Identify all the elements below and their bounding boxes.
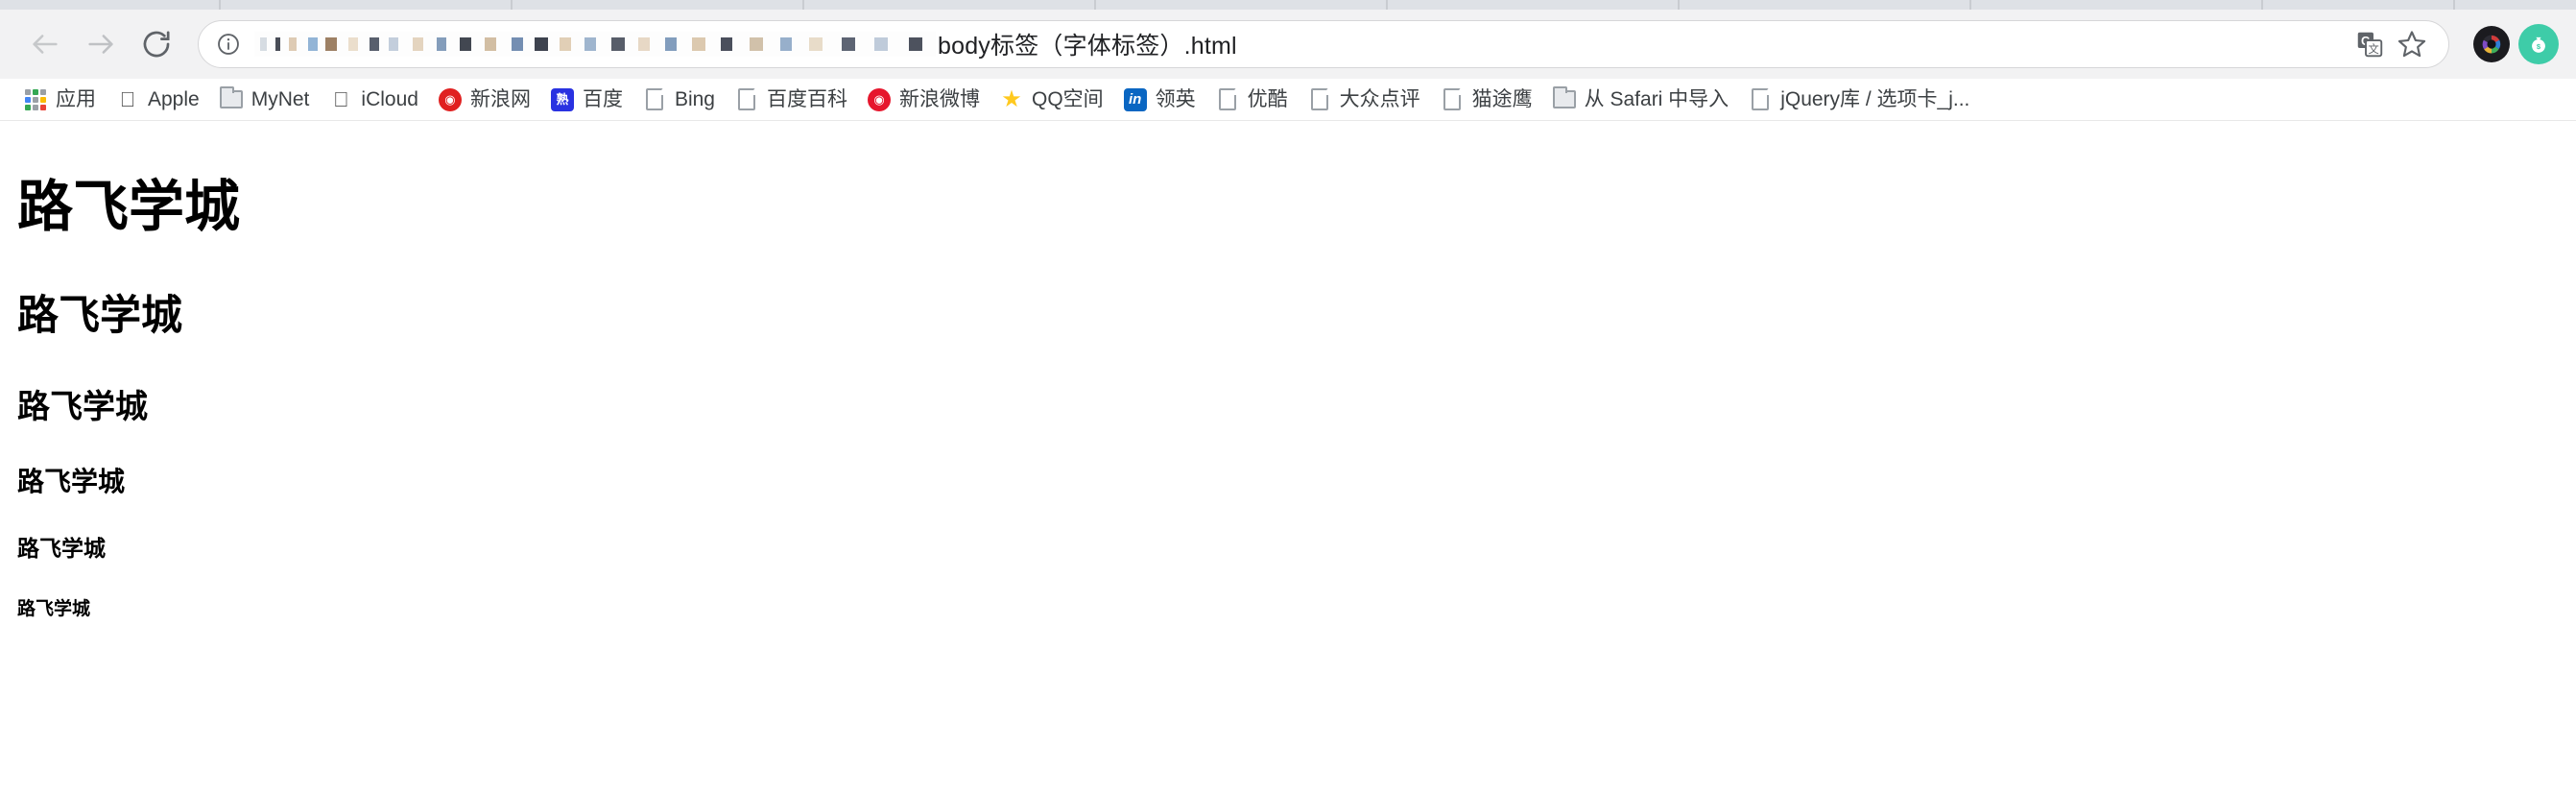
address-bar[interactable]: body标签（字体标签）.html G 文 [198, 20, 2449, 68]
bookmarks-bar: 应用  Apple MyNet  iCloud ◉ 新浪网 熟 百度 [0, 79, 2576, 121]
tab-divider [1969, 0, 1971, 10]
folder-icon [219, 86, 244, 112]
arrow-right-icon [84, 28, 117, 60]
heading-h3: 路飞学城 [17, 388, 148, 426]
tab-divider [511, 0, 513, 10]
browser-window: body标签（字体标签）.html G 文 [0, 0, 2576, 795]
extension-icon[interactable] [2470, 23, 2513, 65]
url-field[interactable]: body标签（字体标签）.html [254, 30, 2349, 59]
page-icon [1748, 87, 1773, 112]
bookmark-star-icon[interactable] [2391, 23, 2433, 65]
bookmark-label: 领英 [1155, 88, 1196, 110]
bookmark-weibo[interactable]: ◉ 新浪微博 [857, 83, 990, 117]
toolbar-right-group: $ [2463, 23, 2559, 65]
page-icon [734, 87, 759, 112]
bookmark-label: iCloud [361, 88, 418, 110]
bookmark-label: 百度 [582, 88, 623, 110]
bookmark-safari-import[interactable]: 从 Safari 中导入 [1542, 83, 1739, 117]
sina-icon: ◉ [438, 87, 463, 112]
heading-h6: 路飞学城 [17, 598, 91, 619]
heading-h1: 路飞学城 [17, 174, 241, 239]
bookmark-label: 应用 [56, 88, 96, 110]
browser-toolbar: body标签（字体标签）.html G 文 [0, 10, 2576, 79]
bookmark-sina[interactable]: ◉ 新浪网 [428, 83, 540, 117]
page-content: 路飞学城 路飞学城 路飞学城 路飞学城 路飞学城 路飞学城 [0, 161, 2576, 795]
back-button[interactable] [17, 16, 73, 72]
tab-divider [802, 0, 804, 10]
weibo-icon: ◉ [867, 87, 892, 112]
apps-grid-icon [23, 87, 48, 112]
arrow-left-icon [29, 28, 61, 60]
site-info-icon[interactable] [216, 32, 241, 57]
heading-h2: 路飞学城 [17, 292, 182, 340]
page-icon [1215, 87, 1240, 112]
linkedin-icon: in [1123, 87, 1148, 112]
bookmark-baidu-baike[interactable]: 百度百科 [725, 83, 857, 117]
url-text: body标签（字体标签）.html [938, 33, 1237, 59]
tab-divider [1678, 0, 1680, 10]
tab-divider [1094, 0, 1096, 10]
bookmark-mynet[interactable]: MyNet [209, 83, 320, 117]
bookmark-label: 新浪网 [469, 88, 531, 110]
baidu-paw-icon: 熟 [550, 87, 575, 112]
bookmark-label: 猫途鹰 [1471, 88, 1533, 110]
bookmark-label: Bing [674, 88, 715, 110]
tab-divider [2261, 0, 2263, 10]
money-bag-icon: $ [2532, 36, 2545, 53]
tab-strip[interactable] [0, 0, 2576, 10]
bookmark-label: 从 Safari 中导入 [1584, 88, 1729, 110]
tab-divider [1386, 0, 1388, 10]
svg-text:文: 文 [2368, 42, 2378, 56]
page-icon [642, 87, 667, 112]
bookmark-apps[interactable]: 应用 [13, 83, 106, 117]
bookmark-youku[interactable]: 优酷 [1205, 83, 1298, 117]
forward-button[interactable] [73, 16, 129, 72]
bookmark-label: 大众点评 [1339, 88, 1420, 110]
bookmark-jquery[interactable]: jQuery库 / 选项卡_j... [1738, 83, 1979, 117]
bookmark-label: jQuery库 / 选项卡_j... [1780, 88, 1970, 110]
bookmark-label: 新浪微博 [898, 88, 980, 110]
page-icon [1307, 87, 1332, 112]
reload-icon [140, 28, 173, 60]
bookmark-linkedin[interactable]: in 领英 [1113, 83, 1205, 117]
url-redacted-region [254, 32, 936, 57]
bookmark-bing[interactable]: Bing [632, 83, 725, 117]
bookmark-label: 优酷 [1247, 88, 1288, 110]
bookmark-label: QQ空间 [1031, 88, 1104, 110]
tab-divider [2453, 0, 2455, 10]
bookmark-label: 百度百科 [766, 88, 847, 110]
bookmark-apple[interactable]:  Apple [106, 83, 209, 117]
bookmark-label: MyNet [250, 88, 310, 110]
translate-icon[interactable]: G 文 [2349, 23, 2391, 65]
profile-avatar[interactable]: $ [2518, 24, 2559, 64]
heading-h5: 路飞学城 [17, 537, 106, 562]
heading-h4: 路飞学城 [17, 466, 126, 497]
apple-logo-icon:  [328, 87, 353, 112]
bookmark-baidu[interactable]: 熟 百度 [540, 83, 632, 117]
tab-divider [219, 0, 221, 10]
page-icon [1440, 87, 1465, 112]
bookmark-qzone[interactable]: ★ QQ空间 [990, 83, 1113, 117]
folder-icon [1552, 86, 1577, 112]
reload-button[interactable] [129, 16, 184, 72]
qzone-star-icon: ★ [1001, 85, 1022, 112]
apple-logo-icon:  [115, 87, 140, 112]
bookmark-label: Apple [148, 88, 200, 110]
bookmark-dianping[interactable]: 大众点评 [1298, 83, 1430, 117]
bookmark-tripadvisor[interactable]: 猫途鹰 [1430, 83, 1542, 117]
bookmark-icloud[interactable]:  iCloud [319, 83, 428, 117]
